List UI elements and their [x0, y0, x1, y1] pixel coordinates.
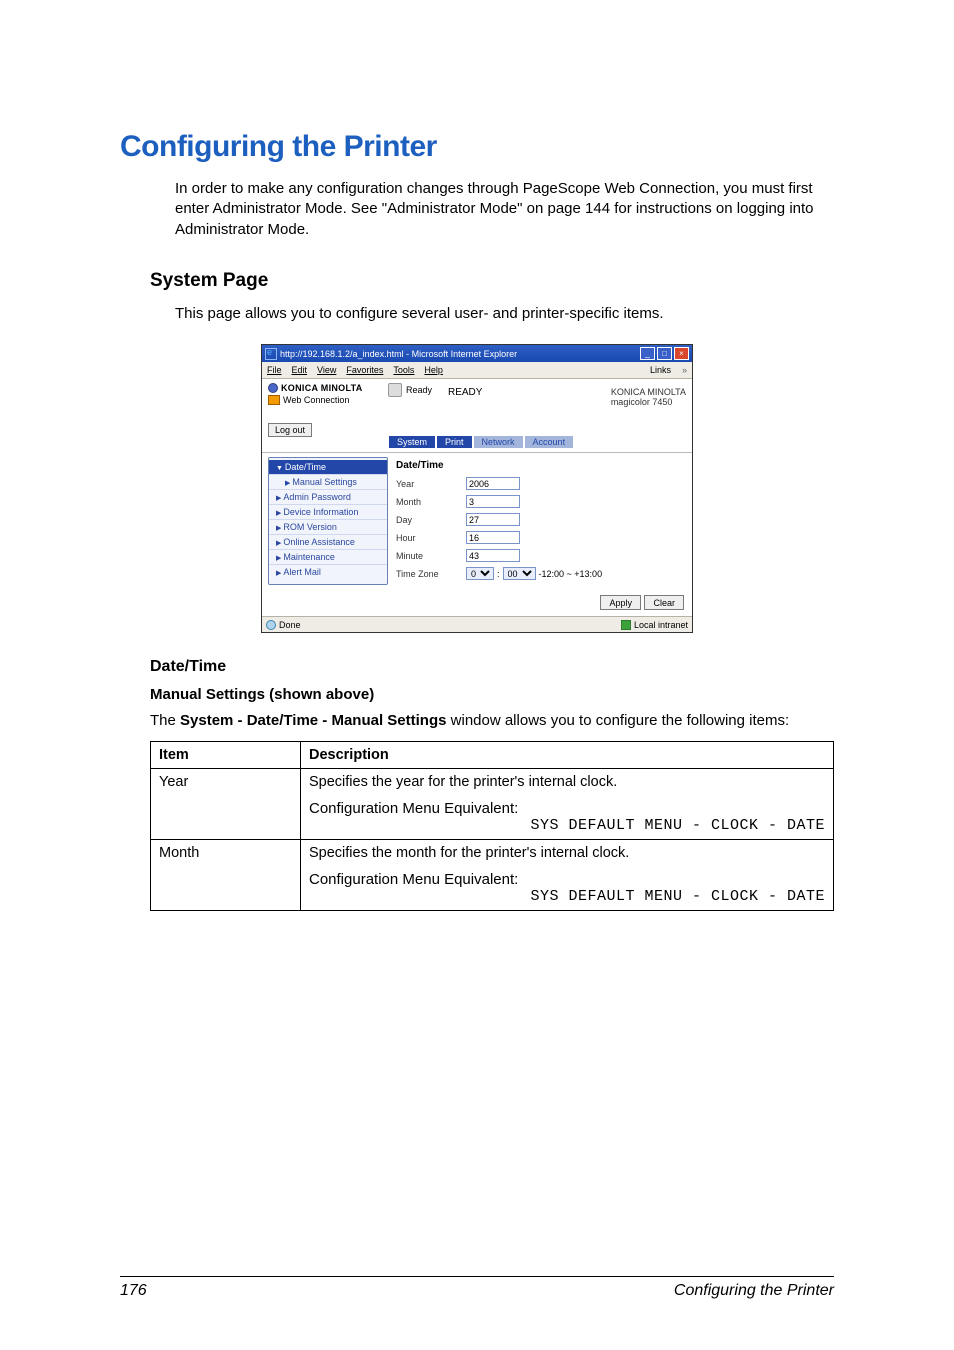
day-label: Day — [396, 515, 466, 525]
nav-device-information[interactable]: Device Information — [269, 505, 387, 520]
window-title: http://192.168.1.2/a_index.html - Micros… — [280, 349, 640, 359]
window-titlebar: http://192.168.1.2/a_index.html - Micros… — [262, 345, 692, 362]
maximize-button[interactable]: □ — [657, 347, 672, 360]
hour-input[interactable] — [466, 531, 520, 544]
cell-month-item: Month — [151, 840, 301, 911]
content-heading: Date/Time — [396, 460, 684, 471]
datetime-heading: Date/Time — [150, 658, 834, 676]
month-input[interactable] — [466, 495, 520, 508]
menu-links[interactable]: Links — [650, 365, 671, 375]
done-icon — [266, 620, 276, 630]
year-cfg-label: Configuration Menu Equivalent: — [309, 800, 825, 817]
km-circle-icon — [268, 383, 278, 393]
menu-file[interactable]: File — [267, 365, 282, 375]
tz-colon: : — [497, 569, 500, 579]
month-cfg-label: Configuration Menu Equivalent: — [309, 871, 825, 888]
hour-label: Hour — [396, 533, 466, 543]
clear-button[interactable]: Clear — [644, 595, 684, 610]
logout-button[interactable]: Log out — [268, 423, 312, 437]
page-title: Configuring the Printer — [120, 130, 834, 164]
nav-alert-mail[interactable]: Alert Mail — [269, 565, 387, 579]
screenshot-window: http://192.168.1.2/a_index.html - Micros… — [261, 344, 693, 633]
tab-system[interactable]: System — [388, 435, 436, 448]
model-name: magicolor 7450 — [611, 397, 686, 407]
intranet-icon — [621, 620, 631, 630]
nav-rom-version[interactable]: ROM Version — [269, 520, 387, 535]
year-input[interactable] — [466, 477, 520, 490]
status-done: Done — [279, 620, 301, 630]
km-logo-text: KONICA MINOLTA — [281, 383, 363, 393]
tz-min-select[interactable]: 00 — [503, 567, 536, 580]
system-page-heading: System Page — [150, 270, 834, 292]
month-label: Month — [396, 497, 466, 507]
cell-year-desc: Specifies the year for the printer's int… — [301, 769, 834, 840]
ready-label: Ready — [406, 385, 432, 395]
year-cfg-code: SYS DEFAULT MENU - CLOCK - DATE — [309, 817, 825, 834]
manual-settings-subheading: Manual Settings (shown above) — [150, 686, 834, 703]
tz-range: -12:00 ~ +13:00 — [539, 569, 603, 579]
cell-year-item: Year — [151, 769, 301, 840]
timezone-label: Time Zone — [396, 569, 466, 579]
year-spec-text: Specifies the year for the printer's int… — [309, 774, 825, 790]
system-page-intro: This page allows you to configure severa… — [175, 304, 834, 324]
menu-edit[interactable]: Edit — [292, 365, 308, 375]
pagescope-text: Web Connection — [283, 395, 349, 405]
nav-maintenance[interactable]: Maintenance — [269, 550, 387, 565]
cell-month-desc: Specifies the month for the printer's in… — [301, 840, 834, 911]
col-description: Description — [301, 742, 834, 769]
intro-text: In order to make any configuration chang… — [175, 179, 834, 240]
month-spec-text: Specifies the month for the printer's in… — [309, 845, 825, 861]
datetime-lead: The System - Date/Time - Manual Settings… — [150, 711, 834, 731]
tab-network[interactable]: Network — [473, 435, 524, 448]
pagescope-icon — [268, 395, 280, 405]
tab-account[interactable]: Account — [524, 435, 575, 448]
minute-label: Minute — [396, 551, 466, 561]
nav-date-time[interactable]: Date/Time — [269, 460, 387, 475]
tz-hour-select[interactable]: 0 — [466, 567, 494, 580]
table-row: Year Specifies the year for the printer'… — [151, 769, 834, 840]
close-button[interactable]: × — [674, 347, 689, 360]
footer-title: Configuring the Printer — [674, 1282, 834, 1300]
month-cfg-code: SYS DEFAULT MENU - CLOCK - DATE — [309, 888, 825, 905]
tab-print[interactable]: Print — [436, 435, 473, 448]
ie-icon — [265, 348, 277, 360]
nav-manual-settings[interactable]: Manual Settings — [269, 475, 387, 490]
minute-input[interactable] — [466, 549, 520, 562]
menu-view[interactable]: View — [317, 365, 336, 375]
minimize-button[interactable]: _ — [640, 347, 655, 360]
menu-help[interactable]: Help — [424, 365, 443, 375]
menu-tools[interactable]: Tools — [393, 365, 414, 375]
side-nav: Date/Time Manual Settings Admin Password… — [268, 457, 388, 585]
menu-bar: File Edit View Favorites Tools Help Link… — [262, 362, 692, 379]
page-number: 176 — [120, 1282, 147, 1300]
chevron-icon[interactable]: » — [682, 365, 687, 375]
apply-button[interactable]: Apply — [600, 595, 641, 610]
nav-admin-password[interactable]: Admin Password — [269, 490, 387, 505]
printer-icon — [388, 383, 402, 397]
nav-online-assistance[interactable]: Online Assistance — [269, 535, 387, 550]
pagescope-logo: Web Connection — [268, 395, 388, 405]
status-ready: READY — [448, 383, 528, 398]
col-item: Item — [151, 742, 301, 769]
konica-minolta-logo: KONICA MINOLTA — [268, 383, 388, 393]
menu-favorites[interactable]: Favorites — [346, 365, 383, 375]
day-input[interactable] — [466, 513, 520, 526]
brand-name: KONICA MINOLTA — [611, 387, 686, 397]
table-row: Month Specifies the month for the printe… — [151, 840, 834, 911]
status-intranet: Local intranet — [634, 620, 688, 630]
year-label: Year — [396, 479, 466, 489]
description-table: Item Description Year Specifies the year… — [150, 741, 834, 911]
